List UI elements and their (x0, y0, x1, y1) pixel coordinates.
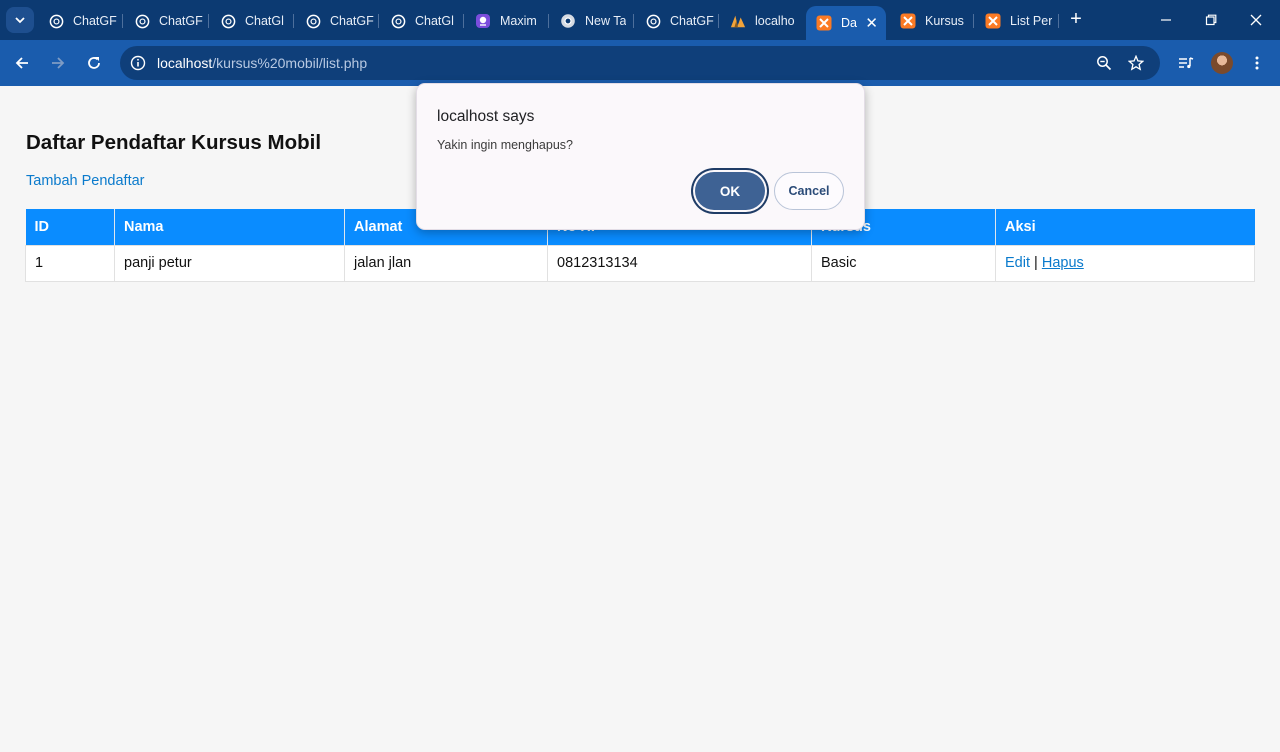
tab-title: ChatGl (415, 14, 454, 28)
cell-no-hp: 0812313134 (547, 244, 812, 282)
tab-chatgpt-4[interactable]: ChatGF (295, 6, 379, 36)
page-title: Daftar Pendaftar Kursus Mobil (26, 131, 322, 154)
cancel-button[interactable]: Cancel (774, 172, 844, 210)
action-separator: | (1034, 255, 1038, 271)
tab-title: localho (755, 14, 795, 28)
confirm-dialog: localhost says Yakin ingin menghapus? OK… (416, 83, 865, 230)
restore-button[interactable] (1188, 8, 1234, 32)
tab-title: ChatGF (73, 14, 117, 28)
tab-title: Maxim (500, 14, 537, 28)
tab-separator (1058, 14, 1059, 28)
chatgpt-icon (48, 13, 64, 29)
plus-icon: + (1070, 8, 1082, 30)
column-header-id: ID (25, 209, 115, 245)
tab-strip: ChatGF ChatGF ChatGl ChatGF ChatGl Maxim… (0, 0, 1280, 40)
dialog-message: Yakin ingin menghapus? (437, 138, 573, 152)
ok-button[interactable]: OK (695, 172, 765, 210)
phpmyadmin-icon (730, 13, 746, 29)
tab-chatgpt-1[interactable]: ChatGF (38, 6, 122, 36)
close-tab-icon[interactable]: ✕ (865, 14, 878, 32)
tab-separator (293, 14, 294, 28)
bookmark-button[interactable] (1124, 51, 1148, 75)
table-row: 1 panji petur jalan jlan 0812313134 Basi… (25, 244, 1255, 282)
xampp-icon (816, 15, 832, 31)
tab-title: ChatGF (159, 14, 203, 28)
site-info-icon[interactable] (128, 53, 148, 73)
tab-separator (973, 14, 974, 28)
url-path: /kursus%20mobil/list.php (212, 55, 368, 71)
zoom-button[interactable] (1092, 51, 1116, 75)
tab-chatgpt-5[interactable]: ChatGl (380, 6, 464, 36)
arrow-right-icon (52, 57, 65, 69)
tab-new-tab[interactable]: New Ta (550, 6, 634, 36)
column-header-nama: Nama (114, 209, 345, 245)
chatgpt-icon (305, 13, 321, 29)
chatgpt-icon (390, 13, 406, 29)
star-icon (1128, 55, 1144, 71)
minimize-icon (1161, 19, 1171, 21)
tab-title: List Per (1010, 14, 1053, 28)
chatgpt-icon (134, 13, 150, 29)
url-text[interactable]: localhost/kursus%20mobil/list.php (157, 55, 367, 71)
tab-chatgpt-2[interactable]: ChatGF (124, 6, 208, 36)
playlist-icon (1179, 57, 1194, 69)
xampp-icon (985, 13, 1001, 29)
dialog-title: localhost says (437, 108, 535, 125)
restore-icon (1205, 14, 1217, 26)
cell-id: 1 (25, 244, 115, 282)
tab-phpmyadmin[interactable]: localho (720, 6, 804, 36)
back-button[interactable] (10, 51, 34, 75)
cell-kursus: Basic (811, 244, 996, 282)
media-controls-button[interactable] (1174, 51, 1198, 75)
maxim-icon (475, 13, 491, 29)
new-tab-button[interactable]: + (1066, 9, 1086, 31)
tab-title: Da (841, 16, 857, 30)
cell-alamat: jalan jlan (344, 244, 548, 282)
reload-button[interactable] (82, 51, 106, 75)
tab-separator (633, 14, 634, 28)
zoom-out-icon (1097, 56, 1112, 71)
browser-toolbar: localhost/kursus%20mobil/list.php (0, 40, 1280, 86)
profile-avatar[interactable] (1211, 52, 1233, 74)
reload-icon (88, 57, 100, 69)
tab-separator (122, 14, 123, 28)
tab-separator (463, 14, 464, 28)
xampp-icon (900, 13, 916, 29)
tab-separator (378, 14, 379, 28)
tab-title: New Ta (585, 14, 627, 28)
close-icon (1250, 14, 1262, 26)
url-host: localhost (157, 55, 213, 71)
menu-button[interactable] (1245, 51, 1269, 75)
chrome-icon (560, 13, 576, 29)
close-window-button[interactable] (1233, 8, 1279, 32)
add-registrant-link[interactable]: Tambah Pendaftar (26, 173, 145, 189)
tab-separator (718, 14, 719, 28)
tab-separator (548, 14, 549, 28)
cell-aksi: Edit | Hapus (995, 244, 1255, 282)
tab-chatgpt-3[interactable]: ChatGl (210, 6, 294, 36)
tab-search-button[interactable] (6, 7, 34, 33)
delete-link[interactable]: Hapus (1042, 255, 1084, 271)
tab-separator (208, 14, 209, 28)
more-vertical-icon (1255, 56, 1259, 70)
cell-nama: panji petur (114, 244, 345, 282)
tab-title: ChatGF (670, 14, 714, 28)
chevron-down-icon (15, 17, 25, 24)
tab-list[interactable]: List Per (975, 6, 1059, 36)
forward-button[interactable] (46, 51, 70, 75)
chatgpt-icon (645, 13, 661, 29)
tab-title: ChatGl (245, 14, 284, 28)
tab-title: Kursus (925, 14, 964, 28)
tab-kursus[interactable]: Kursus (890, 6, 974, 36)
column-header-aksi: Aksi (995, 209, 1255, 245)
arrow-left-icon (15, 57, 28, 69)
tab-title: ChatGF (330, 14, 374, 28)
chatgpt-icon (220, 13, 236, 29)
edit-link[interactable]: Edit (1005, 255, 1030, 271)
address-bar[interactable]: localhost/kursus%20mobil/list.php (120, 46, 1160, 80)
minimize-button[interactable] (1143, 8, 1189, 32)
tab-daftar-active[interactable]: Da ✕ (806, 6, 886, 40)
tab-maxim[interactable]: Maxim (465, 6, 549, 36)
tab-chatgpt-6[interactable]: ChatGF (635, 6, 719, 36)
